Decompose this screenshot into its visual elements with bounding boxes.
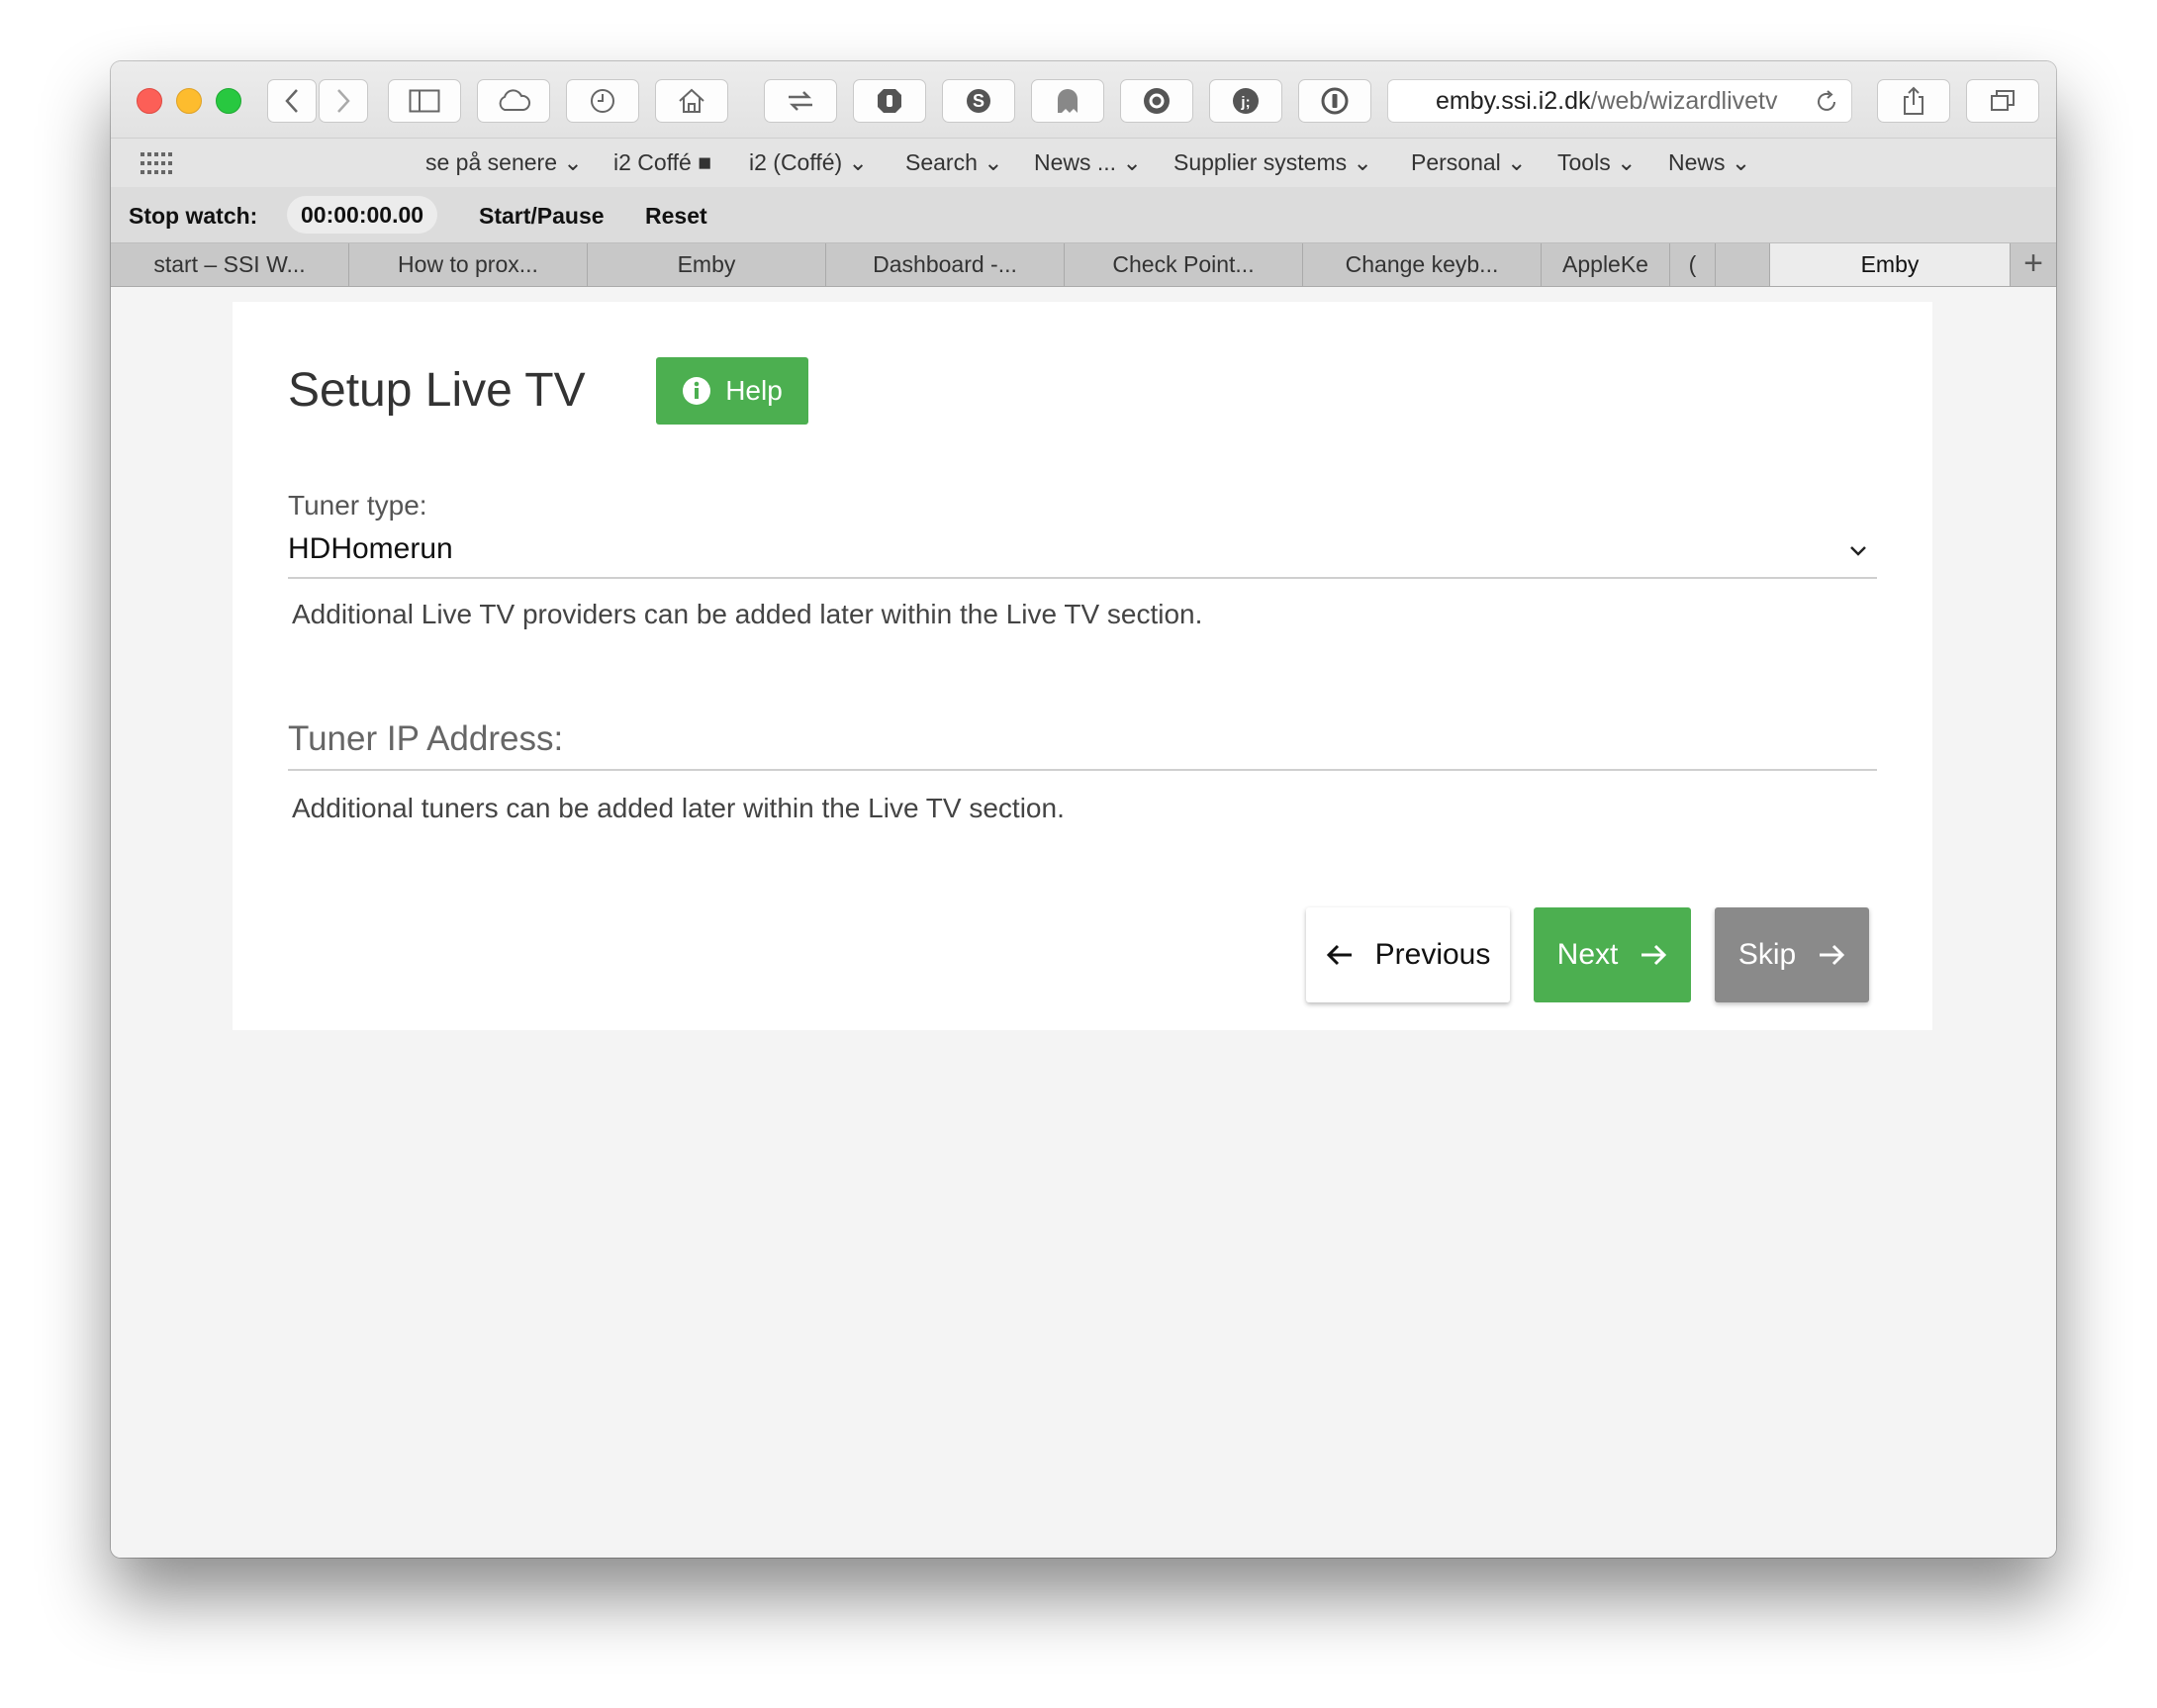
bookmark-i2-coffe[interactable]: i2 Coffé ■: [613, 149, 711, 176]
arrow-left-icon: [1326, 944, 1352, 966]
svg-text:S: S: [973, 91, 985, 111]
minimize-window-button[interactable]: [176, 88, 202, 114]
bookmark-personal[interactable]: Personal ⌄: [1411, 149, 1526, 176]
home-icon: [679, 88, 704, 113]
page-content: Setup Live TV Help Tuner type: HDHomerun…: [111, 287, 2056, 1558]
forward-button[interactable]: [319, 79, 368, 123]
chevron-right-icon: [337, 89, 350, 113]
sidebar-button[interactable]: [388, 79, 461, 123]
tuner-type-value: HDHomerun: [288, 532, 453, 565]
tuner-ip-label: Tuner IP Address:: [288, 719, 564, 758]
json-icon: j;: [1233, 88, 1259, 114]
skip-button[interactable]: Skip: [1715, 907, 1869, 1002]
bookmark-i2-coffe-folder[interactable]: i2 (Coffé) ⌄: [749, 149, 868, 176]
extension-button-3[interactable]: S: [942, 79, 1015, 123]
wizard-card: Setup Live TV Help Tuner type: HDHomerun…: [233, 302, 1932, 1030]
grammar-circle-icon: [1144, 88, 1170, 114]
svg-text:j;: j;: [1240, 94, 1250, 111]
tab-emby-active[interactable]: Emby: [1769, 243, 2011, 286]
bookmark-tools[interactable]: Tools ⌄: [1557, 149, 1636, 176]
help-button[interactable]: Help: [656, 357, 808, 425]
swap-arrows-icon: [789, 91, 812, 111]
extension-button-1[interactable]: [764, 79, 837, 123]
apps-grid-icon[interactable]: [141, 152, 172, 174]
bookmark-search[interactable]: Search ⌄: [905, 149, 1003, 176]
previous-label: Previous: [1374, 938, 1491, 971]
tab-bar: start – SSI W... How to prox... Emby Das…: [111, 243, 2056, 287]
tab-check-point[interactable]: Check Point...: [1065, 243, 1303, 286]
hand-stop-icon: [878, 89, 901, 113]
tab-emby-1[interactable]: Emby: [588, 243, 826, 286]
tab-overview-button[interactable]: [1966, 79, 2039, 123]
bookmark-supplier-systems[interactable]: Supplier systems ⌄: [1173, 149, 1372, 176]
home-button[interactable]: [655, 79, 728, 123]
arrow-right-icon: [1641, 944, 1667, 966]
clock-icon: [591, 89, 614, 113]
tabs-overview-icon: [1991, 90, 2015, 111]
tuner-type-label: Tuner type:: [288, 490, 427, 521]
tab-collapsed[interactable]: (: [1670, 243, 1716, 286]
url-path: /web/wizardlivetv: [1590, 86, 1778, 115]
skip-label: Skip: [1737, 938, 1797, 971]
tab-how-to-prox[interactable]: How to prox...: [349, 243, 588, 286]
close-window-button[interactable]: [137, 88, 162, 114]
page-title: Setup Live TV: [288, 364, 586, 417]
bookmarks-bar: se på senere ⌄ i2 Coffé ■ i2 (Coffé) ⌄ S…: [111, 138, 2056, 188]
extension-button-4[interactable]: [1031, 79, 1104, 123]
cloud-icon: [499, 89, 531, 111]
ghost-icon: [1058, 89, 1078, 113]
previous-button[interactable]: Previous: [1306, 907, 1510, 1002]
extension-button-6[interactable]: j;: [1209, 79, 1282, 123]
reload-icon[interactable]: [1814, 89, 1839, 115]
tab-change-keyb[interactable]: Change keyb...: [1303, 243, 1542, 286]
stopwatch-time: 00:00:00.00: [287, 196, 438, 234]
tuner-type-hint: Additional Live TV providers can be adde…: [292, 599, 1203, 629]
tuner-type-select[interactable]: HDHomerun: [288, 523, 1877, 579]
bookmark-se-paa-senere[interactable]: se på senere ⌄: [425, 149, 583, 176]
stopwatch-label: Stop watch:: [129, 203, 258, 229]
tab-dashboard[interactable]: Dashboard -...: [826, 243, 1065, 286]
chevron-down-icon: [1850, 546, 1866, 556]
arrow-right-icon: [1820, 944, 1845, 966]
help-label: Help: [725, 375, 783, 406]
stopwatch-start-pause-button[interactable]: Start/Pause: [479, 203, 605, 230]
icloud-button[interactable]: [477, 79, 550, 123]
bookmark-news-dots[interactable]: News ... ⌄: [1034, 149, 1142, 176]
extension-button-7[interactable]: [1298, 79, 1371, 123]
extension-button-2[interactable]: [853, 79, 926, 123]
stopwatch-reset-button[interactable]: Reset: [645, 203, 707, 230]
password-manager-icon: [1321, 87, 1349, 115]
s-circle-icon: S: [967, 89, 990, 113]
share-icon: [1904, 86, 1923, 115]
browser-window: S j; emby.ssi.i2.dk/web/wizardlivetv se …: [111, 61, 2056, 1558]
chevron-left-icon: [285, 89, 298, 113]
address-bar[interactable]: emby.ssi.i2.dk/web/wizardlivetv: [1387, 79, 1852, 123]
share-button[interactable]: [1877, 79, 1950, 123]
tuner-ip-input[interactable]: [288, 769, 1877, 771]
bookmark-news[interactable]: News ⌄: [1668, 149, 1750, 176]
new-tab-button[interactable]: +: [2010, 243, 2056, 286]
back-button[interactable]: [267, 79, 317, 123]
zoom-window-button[interactable]: [216, 88, 241, 114]
stopwatch-bar: Stop watch: 00:00:00.00 Start/Pause Rese…: [111, 187, 2056, 243]
extension-button-5[interactable]: [1120, 79, 1193, 123]
url-host: emby.ssi.i2.dk: [1436, 86, 1591, 115]
tuner-ip-hint: Additional tuners can be added later wit…: [292, 793, 1065, 823]
sidebar-icon: [409, 89, 440, 113]
browser-toolbar: S j; emby.ssi.i2.dk/web/wizardlivetv: [111, 61, 2056, 138]
next-button[interactable]: Next: [1534, 907, 1691, 1002]
info-icon: [683, 377, 711, 405]
tab-applekey[interactable]: AppleKe: [1542, 243, 1670, 286]
history-button[interactable]: [566, 79, 639, 123]
tab-start-ssi[interactable]: start – SSI W...: [111, 243, 349, 286]
next-label: Next: [1556, 938, 1619, 971]
